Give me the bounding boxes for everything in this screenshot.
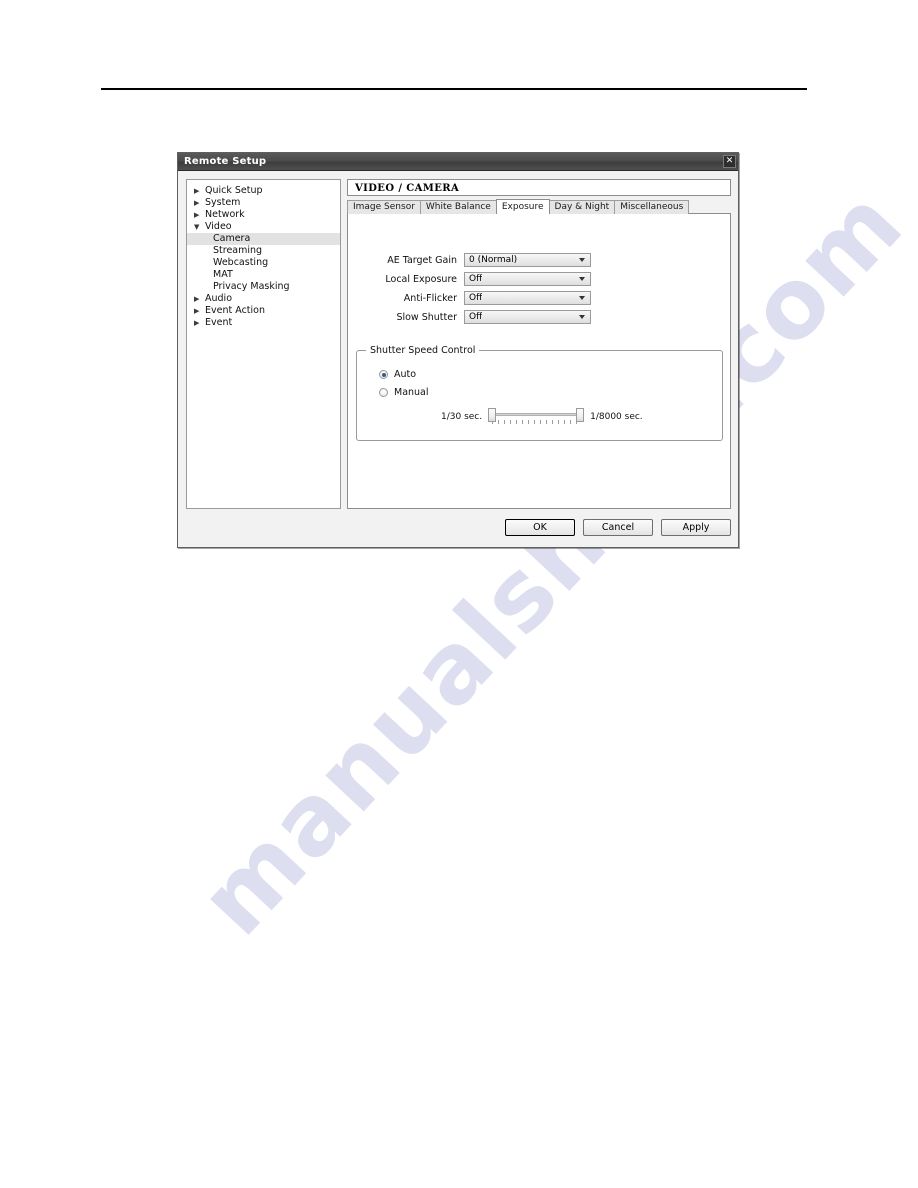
chevron-right-icon[interactable] [194, 209, 205, 221]
slider-min-label: 1/30 sec. [441, 412, 483, 422]
sidebar-item-camera[interactable]: Camera [187, 233, 340, 245]
sidebar-item-label: Network [205, 209, 245, 220]
dropdown-anti-flicker[interactable]: Off [464, 291, 591, 305]
chevron-down-icon[interactable] [194, 221, 205, 233]
label-slow-shutter: Slow Shutter [396, 311, 457, 323]
sidebar-item-mat[interactable]: MAT [187, 269, 340, 281]
sidebar-item-label: Privacy Masking [213, 281, 290, 292]
exposure-form: AE Target Gain 0 (Normal) Local Exposure Of… [348, 214, 730, 324]
dropdown-value: Off [469, 293, 483, 303]
tab-label: Image Sensor [353, 202, 415, 212]
sidebar-item-label: Audio [205, 293, 233, 304]
content-pane: VIDEO / CAMERA Image Sensor White Balance… [347, 179, 731, 509]
form-row: Anti-Flicker Off [348, 291, 730, 305]
label-anti-flicker: Anti-Flicker [403, 292, 457, 304]
tab-exposure[interactable]: Exposure [495, 199, 550, 214]
form-row: AE Target Gain 0 (Normal) [348, 253, 730, 267]
sidebar-item-label: Event Action [205, 305, 265, 316]
navigation-tree: Quick SetupSystemNetworkVideoCameraStrea… [186, 179, 341, 509]
radio-label-auto: Auto [394, 369, 417, 380]
tab-image-sensor[interactable]: Image Sensor [347, 200, 421, 214]
sidebar-item-label: Streaming [213, 245, 263, 256]
sidebar-item-video[interactable]: Video [187, 221, 340, 233]
slider-handle-low[interactable] [488, 408, 497, 422]
dropdown-slow-shutter[interactable]: Off [464, 310, 591, 324]
sidebar-item-label: Camera [213, 233, 251, 244]
dropdown-ae-target-gain[interactable]: 0 (Normal) [464, 253, 591, 267]
sidebar-item-label: Event [205, 317, 233, 328]
slider-ticks [492, 420, 581, 424]
shutter-speed-control-group: Shutter Speed Control Auto Manual 1/30 s… [356, 345, 723, 441]
radio-label-manual: Manual [394, 387, 429, 398]
tab-panel-exposure: AE Target Gain 0 (Normal) Local Exposure Of… [347, 213, 731, 509]
dropdown-value: 0 (Normal) [469, 255, 518, 265]
ok-button[interactable]: OK [505, 519, 575, 536]
tab-label: Day & Night [554, 202, 610, 212]
sidebar-item-label: MAT [213, 269, 233, 280]
dialog-body: Quick SetupSystemNetworkVideoCameraStrea… [178, 171, 738, 546]
cancel-button[interactable]: Cancel [583, 519, 653, 536]
slider-track[interactable] [490, 413, 583, 416]
slider-handle-high[interactable] [576, 408, 585, 422]
dropdown-value: Off [469, 312, 483, 322]
remote-setup-dialog: Remote Setup ✕ Quick SetupSystemNetworkV… [177, 152, 739, 548]
chevron-right-icon[interactable] [194, 185, 205, 197]
sidebar-item-network[interactable]: Network [187, 209, 340, 221]
sidebar-item-label: Quick Setup [205, 185, 263, 196]
dialog-title: Remote Setup [184, 155, 267, 167]
chevron-right-icon[interactable] [194, 293, 205, 305]
sidebar-item-system[interactable]: System [187, 197, 340, 209]
chevron-right-icon[interactable] [194, 317, 205, 329]
radio-option-manual[interactable]: Manual [379, 387, 722, 398]
dialog-split: Quick SetupSystemNetworkVideoCameraStrea… [186, 179, 731, 509]
form-row: Slow Shutter Off [348, 310, 730, 324]
chevron-down-icon[interactable] [576, 254, 588, 266]
dialog-button-bar: OK Cancel Apply [186, 519, 731, 536]
radio-icon-auto[interactable] [379, 370, 388, 379]
radio-icon-manual[interactable] [379, 388, 388, 397]
tab-day-night[interactable]: Day & Night [548, 200, 616, 214]
sidebar-item-streaming[interactable]: Streaming [187, 245, 340, 257]
tab-miscellaneous[interactable]: Miscellaneous [614, 200, 690, 214]
tab-label: White Balance [425, 202, 491, 212]
sidebar-item-privacy-masking[interactable]: Privacy Masking [187, 281, 340, 293]
chevron-right-icon[interactable] [194, 305, 205, 317]
chevron-down-icon[interactable] [576, 311, 588, 323]
sidebar-item-label: Video [205, 221, 232, 232]
sidebar-item-label: System [205, 197, 241, 208]
dropdown-value: Off [469, 274, 483, 284]
group-title: Shutter Speed Control [366, 345, 480, 356]
dropdown-local-exposure[interactable]: Off [464, 272, 591, 286]
chevron-down-icon[interactable] [576, 292, 588, 304]
sidebar-item-label: Webcasting [213, 257, 269, 268]
radio-option-auto[interactable]: Auto [379, 369, 722, 380]
form-row: Local Exposure Off [348, 272, 730, 286]
sidebar-item-quick-setup[interactable]: Quick Setup [187, 185, 340, 197]
shutter-speed-slider-row: 1/30 sec. 1/8000 sec. [357, 408, 722, 426]
page-title: VIDEO / CAMERA [347, 179, 731, 196]
page-header-rule [101, 88, 807, 90]
label-ae-target-gain: AE Target Gain [387, 254, 457, 266]
sidebar-item-event[interactable]: Event [187, 317, 340, 329]
shutter-speed-range-slider[interactable] [488, 408, 585, 426]
chevron-down-icon[interactable] [576, 273, 588, 285]
tab-strip: Image Sensor White Balance Exposure Day & N… [347, 199, 731, 214]
tab-label: Miscellaneous [620, 202, 684, 212]
tab-label: Exposure [501, 202, 544, 212]
sidebar-item-audio[interactable]: Audio [187, 293, 340, 305]
label-local-exposure: Local Exposure [385, 273, 457, 285]
sidebar-item-webcasting[interactable]: Webcasting [187, 257, 340, 269]
close-icon[interactable]: ✕ [723, 155, 736, 168]
slider-max-label: 1/8000 sec. [590, 412, 643, 422]
sidebar-item-event-action[interactable]: Event Action [187, 305, 340, 317]
tab-white-balance[interactable]: White Balance [419, 200, 497, 214]
apply-button[interactable]: Apply [661, 519, 731, 536]
dialog-titlebar: Remote Setup ✕ [178, 153, 738, 171]
chevron-right-icon[interactable] [194, 197, 205, 209]
